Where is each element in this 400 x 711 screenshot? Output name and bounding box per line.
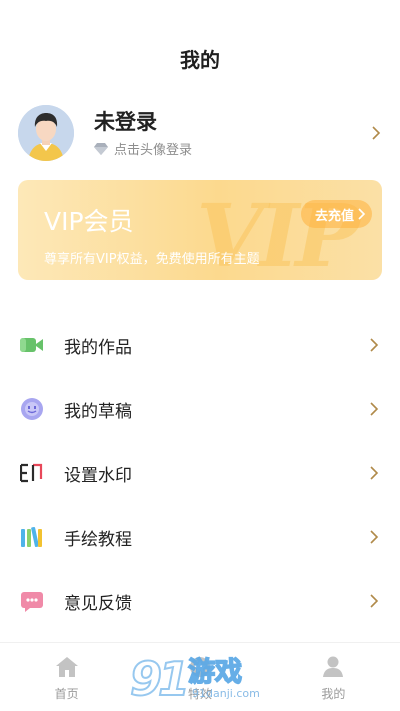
vip-title: VIP会员: [44, 207, 134, 236]
chevron-right-icon: [368, 529, 380, 545]
user-login-row[interactable]: 未登录 点击头像登录: [18, 104, 382, 162]
books-icon: [20, 525, 44, 549]
avatar[interactable]: [18, 105, 74, 161]
menu-item-feedback[interactable]: 意见反馈: [0, 569, 400, 633]
user-icon: [322, 656, 344, 682]
default-avatar-icon: [18, 105, 74, 161]
vip-description: 尊享所有VIP权益，免费使用所有主题: [44, 252, 260, 267]
draft-face-icon: [20, 397, 44, 421]
recharge-label: 去充值: [314, 208, 354, 224]
menu-item-drawing-tutorial[interactable]: 手绘教程: [0, 505, 400, 569]
menu-label-feedback: 意见反馈: [64, 593, 132, 614]
watermark-number: 91: [129, 651, 191, 707]
tab-label-mine: 我的: [321, 687, 346, 701]
menu-item-my-works[interactable]: 我的作品: [0, 313, 400, 377]
diamond-icon: [94, 142, 108, 155]
login-hint: 点击头像登录: [114, 143, 193, 158]
menu-item-set-watermark[interactable]: 设置水印: [0, 441, 400, 505]
menu-label-my-works: 我的作品: [64, 337, 132, 358]
page-title: 我的: [180, 48, 220, 72]
tab-label-home: 首页: [54, 687, 79, 701]
tab-home[interactable]: 首页: [0, 643, 133, 711]
video-camera-icon: [20, 333, 44, 357]
site-watermark: 91 游戏 91danji.com: [129, 650, 280, 708]
chevron-right-icon: [370, 125, 382, 141]
menu-label-set-watermark: 设置水印: [64, 465, 132, 486]
chevron-right-icon: [368, 465, 380, 481]
menu-label-drawing-tutorial: 手绘教程: [64, 529, 132, 550]
watermark-text: 游戏: [187, 657, 243, 689]
menu-list: 我的作品 我的草稿 设置水印 手绘教程 意见反馈: [0, 313, 400, 633]
vip-card[interactable]: VIP VIP会员 尊享所有VIP权益，免费使用所有主题 去充值: [18, 180, 382, 280]
user-name[interactable]: 未登录: [94, 108, 370, 136]
feedback-chat-icon: [20, 589, 44, 613]
watermark-url: 91danji.com: [192, 687, 260, 700]
chevron-right-icon: [356, 207, 366, 221]
recharge-button[interactable]: 去充值: [300, 200, 372, 228]
chevron-right-icon: [368, 593, 380, 609]
home-icon: [55, 656, 79, 682]
tab-mine[interactable]: 我的: [267, 643, 400, 711]
menu-label-my-drafts: 我的草稿: [64, 401, 132, 422]
watermark-icon: [20, 461, 44, 485]
menu-item-my-drafts[interactable]: 我的草稿: [0, 377, 400, 441]
chevron-right-icon: [368, 337, 380, 353]
chevron-right-icon: [368, 401, 380, 417]
